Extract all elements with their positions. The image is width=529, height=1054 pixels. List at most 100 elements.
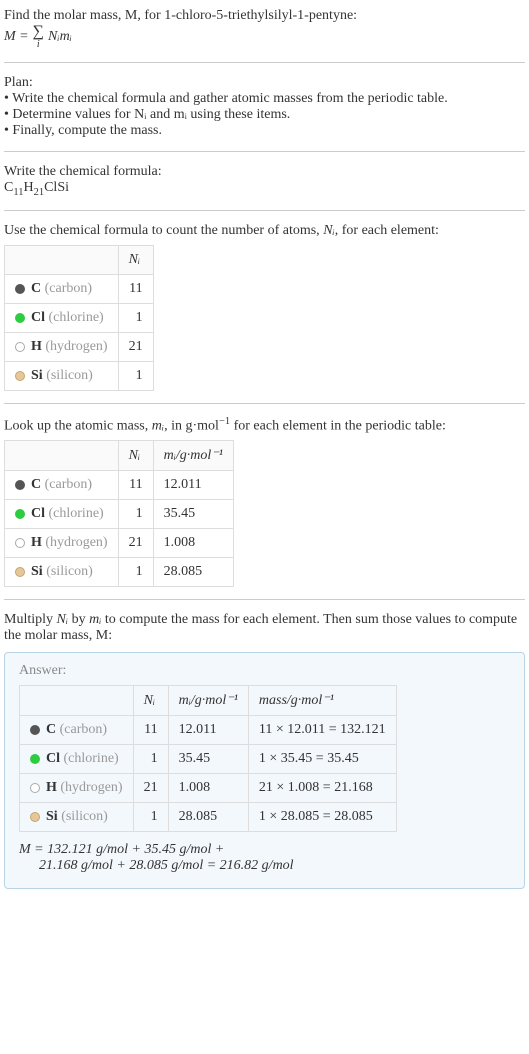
- element-symbol: H: [31, 535, 42, 550]
- element-cell: C (carbon): [20, 716, 134, 745]
- multiply-section: Multiply Nᵢ by mᵢ to compute the mass fo…: [4, 608, 525, 648]
- element-cell: C (carbon): [5, 274, 119, 303]
- lookup-heading: Look up the atomic mass, mᵢ, in g·mol−1 …: [4, 416, 525, 435]
- table-row: Si (silicon) 128.085: [5, 558, 234, 587]
- c-dot-icon: [15, 284, 25, 294]
- value-cell: 12.011: [153, 471, 233, 500]
- value-cell: 12.011: [168, 716, 248, 745]
- plan-section: Plan: • Write the chemical formula and g…: [4, 71, 525, 143]
- element-symbol: Cl: [31, 506, 45, 521]
- chem-h-sub: 21: [34, 187, 45, 198]
- element-name: (silicon): [46, 368, 93, 383]
- element-symbol: Si: [46, 809, 58, 824]
- chem-formula-heading: Write the chemical formula:: [4, 164, 525, 180]
- si-dot-icon: [15, 371, 25, 381]
- element-name: (carbon): [60, 722, 107, 737]
- plan-item: • Write the chemical formula and gather …: [4, 91, 525, 107]
- value-cell: 1 × 28.085 = 28.085: [248, 803, 396, 832]
- final-equation: M = 132.121 g/mol + 35.45 g/mol + 21.168…: [19, 842, 510, 874]
- table-header: mᵢ/g·mol⁻¹: [153, 441, 233, 471]
- element-symbol: Si: [31, 564, 43, 579]
- formula-rhs: Nᵢmᵢ: [48, 29, 72, 45]
- cl-dot-icon: [15, 509, 25, 519]
- table-header: [5, 245, 119, 274]
- value-cell: 1.008: [153, 529, 233, 558]
- table-header: Nᵢ: [118, 441, 153, 471]
- element-symbol: C: [46, 722, 56, 737]
- element-cell: Si (silicon): [20, 803, 134, 832]
- value-cell: 28.085: [153, 558, 233, 587]
- element-name: (hydrogen): [45, 339, 107, 354]
- element-cell: Si (silicon): [5, 361, 119, 390]
- element-name: (carbon): [45, 281, 92, 296]
- sigma-icon: ∑ i: [33, 24, 44, 50]
- answer-label: Answer:: [19, 663, 510, 679]
- plan-item: • Determine values for Nᵢ and mᵢ using t…: [4, 107, 525, 123]
- plan-item: • Finally, compute the mass.: [4, 123, 525, 139]
- table-header: [5, 441, 119, 471]
- count-section: Use the chemical formula to count the nu…: [4, 219, 525, 395]
- cl-dot-icon: [15, 313, 25, 323]
- value-cell: 1: [118, 558, 153, 587]
- element-cell: H (hydrogen): [5, 332, 119, 361]
- chem-c-sub: 11: [13, 187, 23, 198]
- h-dot-icon: [15, 342, 25, 352]
- si-dot-icon: [15, 567, 25, 577]
- value-cell: 11: [118, 274, 153, 303]
- element-symbol: Si: [31, 368, 43, 383]
- formula-lhs: M =: [4, 29, 29, 45]
- value-cell: 28.085: [168, 803, 248, 832]
- element-cell: Cl (chlorine): [5, 500, 119, 529]
- value-cell: 1: [118, 303, 153, 332]
- table-header: Nᵢ: [133, 686, 168, 716]
- table-header: [20, 686, 134, 716]
- chem-c: C: [4, 180, 13, 195]
- answer-box: Answer: Nᵢmᵢ/g·mol⁻¹mass/g·mol⁻¹C (carbo…: [4, 652, 525, 889]
- element-name: (chlorine): [64, 751, 119, 766]
- element-symbol: H: [31, 339, 42, 354]
- element-name: (silicon): [46, 564, 93, 579]
- table-row: Cl (chlorine)135.45: [5, 500, 234, 529]
- intro-text: Find the molar mass, M, for 1-chloro-5-t…: [4, 8, 525, 24]
- c-dot-icon: [30, 725, 40, 735]
- element-symbol: C: [31, 281, 41, 296]
- chem-rest: ClSi: [44, 180, 69, 195]
- table-row: H (hydrogen)211.008: [5, 529, 234, 558]
- table-header: Nᵢ: [118, 245, 153, 274]
- table-row: C (carbon)1112.011: [5, 471, 234, 500]
- element-cell: C (carbon): [5, 471, 119, 500]
- h-dot-icon: [15, 538, 25, 548]
- lookup-section: Look up the atomic mass, mᵢ, in g·mol−1 …: [4, 412, 525, 592]
- element-cell: H (hydrogen): [5, 529, 119, 558]
- intro-formula: M = ∑ i Nᵢmᵢ: [4, 24, 525, 50]
- divider: [4, 151, 525, 152]
- value-cell: 35.45: [168, 745, 248, 774]
- element-cell: H (hydrogen): [20, 774, 134, 803]
- table-row: Si (silicon)1: [5, 361, 154, 390]
- value-cell: 11: [133, 716, 168, 745]
- plan-heading: Plan:: [4, 75, 525, 91]
- table-row: Cl (chlorine)135.451 × 35.45 = 35.45: [20, 745, 397, 774]
- element-name: (hydrogen): [60, 780, 122, 795]
- element-symbol: C: [31, 477, 41, 492]
- value-cell: 21: [118, 332, 153, 361]
- c-dot-icon: [15, 480, 25, 490]
- element-name: (hydrogen): [45, 535, 107, 550]
- element-name: (chlorine): [49, 310, 104, 325]
- table-header: mᵢ/g·mol⁻¹: [168, 686, 248, 716]
- table-row: H (hydrogen)21: [5, 332, 154, 361]
- count-heading: Use the chemical formula to count the nu…: [4, 223, 525, 239]
- element-name: (chlorine): [49, 506, 104, 521]
- divider: [4, 599, 525, 600]
- value-cell: 1 × 35.45 = 35.45: [248, 745, 396, 774]
- table-row: H (hydrogen)211.00821 × 1.008 = 21.168: [20, 774, 397, 803]
- value-cell: 21: [133, 774, 168, 803]
- value-cell: 1: [118, 500, 153, 529]
- table-row: C (carbon)1112.01111 × 12.011 = 132.121: [20, 716, 397, 745]
- count-table: NᵢC (carbon)11Cl (chlorine)1H (hydrogen)…: [4, 245, 154, 391]
- value-cell: 1.008: [168, 774, 248, 803]
- divider: [4, 403, 525, 404]
- chem-formula: C11H21ClSi: [4, 180, 525, 198]
- table-row: Si (silicon)128.0851 × 28.085 = 28.085: [20, 803, 397, 832]
- value-cell: 1: [133, 803, 168, 832]
